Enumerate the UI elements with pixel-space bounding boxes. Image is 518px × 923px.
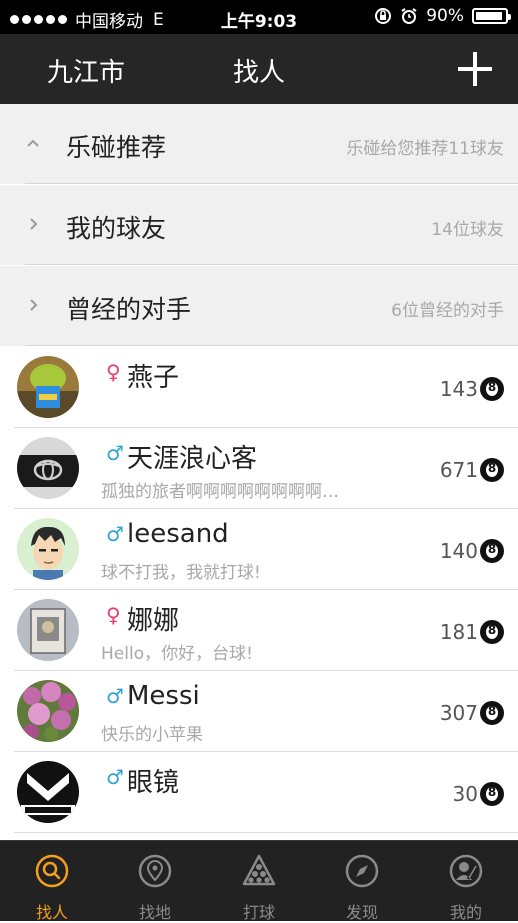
group-label: 曾经的对手 bbox=[66, 295, 192, 324]
chevron-right-icon bbox=[30, 299, 38, 311]
page-title: 找人 bbox=[232, 58, 285, 88]
group-summary: 6位曾经的对手 bbox=[391, 301, 504, 321]
friend-row[interactable]: ♀ 娜娜 Hello，你好，台球! 181 8 bbox=[0, 590, 518, 671]
score-value: 30 bbox=[452, 782, 478, 806]
gender-male-icon: ♂ bbox=[106, 684, 124, 708]
friend-name: Messi bbox=[127, 681, 200, 711]
avatar bbox=[17, 680, 79, 742]
gender-male-icon: ♂ bbox=[106, 441, 124, 465]
group-recommended[interactable]: 乐碰推荐 乐碰给您推荐11球友 bbox=[0, 104, 518, 184]
gender-male-icon: ♂ bbox=[106, 765, 124, 789]
friend-bio: 快乐的小苹果 bbox=[101, 725, 203, 745]
eight-ball-icon: 8 bbox=[480, 458, 504, 482]
friend-name: 眼镜 bbox=[127, 768, 180, 798]
friend-score: 143 8 bbox=[440, 377, 504, 401]
score-value: 671 bbox=[439, 458, 478, 482]
friend-bio: Hello，你好，台球! bbox=[101, 644, 253, 664]
group-label: 我的球友 bbox=[66, 214, 167, 243]
status-bar: 中国移动 E 上午9:03 90% bbox=[0, 0, 518, 34]
chevron-right-icon bbox=[30, 218, 38, 230]
friend-score: 671 8 bbox=[440, 458, 504, 482]
tab-label: 我的 bbox=[449, 903, 482, 922]
avatar bbox=[17, 356, 79, 418]
tab-label: 找人 bbox=[35, 903, 68, 922]
rotation-lock-icon bbox=[375, 8, 392, 24]
friend-row[interactable]: ♂ 天涯浪心客 孤独的旅者啊啊啊啊啊啊啊啊… 671 8 bbox=[0, 428, 518, 509]
nav-bar: 九江市 找人 bbox=[0, 34, 518, 104]
compass-icon bbox=[345, 854, 379, 888]
friend-name: leesand bbox=[127, 519, 229, 549]
tab-label: 找地 bbox=[138, 903, 171, 922]
tab-label: 打球 bbox=[242, 903, 275, 922]
friend-name: 燕子 bbox=[127, 363, 180, 393]
tab-find-people[interactable]: 找人 bbox=[0, 841, 104, 922]
tab-mine[interactable]: 我的 bbox=[414, 841, 518, 922]
eight-ball-icon: 8 bbox=[480, 782, 504, 806]
location-pin-icon bbox=[138, 854, 172, 888]
tab-play[interactable]: 打球 bbox=[207, 841, 311, 922]
friend-name: 娜娜 bbox=[127, 606, 180, 636]
eight-ball-icon: 8 bbox=[480, 620, 504, 644]
friend-score: 307 8 bbox=[440, 701, 504, 725]
friend-score: 30 8 bbox=[453, 782, 504, 806]
friend-score: 140 8 bbox=[440, 539, 504, 563]
gender-female-icon: ♀ bbox=[106, 360, 121, 384]
avatar bbox=[17, 761, 79, 823]
avatar bbox=[17, 437, 79, 499]
group-summary: 14位球友 bbox=[431, 220, 504, 240]
group-label: 乐碰推荐 bbox=[66, 133, 167, 162]
profile-icon bbox=[449, 854, 483, 888]
chevron-up-icon bbox=[27, 139, 39, 147]
tab-discover[interactable]: 发现 bbox=[310, 841, 414, 922]
score-value: 307 bbox=[439, 701, 478, 725]
friend-bio: 孤独的旅者啊啊啊啊啊啊啊啊… bbox=[101, 482, 339, 502]
billiard-rack-icon bbox=[242, 854, 276, 886]
battery-icon bbox=[472, 8, 511, 24]
friend-row[interactable]: ♂ Messi 快乐的小苹果 307 8 bbox=[0, 671, 518, 752]
battery-percent: 90% bbox=[426, 6, 464, 26]
search-icon bbox=[35, 854, 69, 888]
friend-name: 天涯浪心客 bbox=[127, 444, 258, 474]
add-icon[interactable] bbox=[458, 52, 492, 86]
tab-label: 发现 bbox=[345, 903, 378, 922]
friend-bio: 球不打我，我就打球! bbox=[101, 563, 261, 583]
gender-female-icon: ♀ bbox=[106, 603, 121, 627]
group-past-opponents[interactable]: 曾经的对手 6位曾经的对手 bbox=[0, 266, 518, 346]
score-value: 140 bbox=[439, 539, 478, 563]
eight-ball-icon: 8 bbox=[480, 377, 504, 401]
tab-find-place[interactable]: 找地 bbox=[103, 841, 207, 922]
alarm-icon bbox=[401, 8, 417, 24]
friend-row[interactable]: ♂ leesand 球不打我，我就打球! 140 8 bbox=[0, 509, 518, 590]
gender-male-icon: ♂ bbox=[106, 522, 124, 546]
avatar bbox=[17, 518, 79, 580]
friend-row[interactable]: ♂ 眼镜 30 8 bbox=[0, 752, 518, 833]
group-summary: 乐碰给您推荐11球友 bbox=[346, 139, 504, 159]
avatar bbox=[17, 599, 79, 661]
eight-ball-icon: 8 bbox=[480, 701, 504, 725]
eight-ball-icon: 8 bbox=[480, 539, 504, 563]
score-value: 181 bbox=[439, 620, 478, 644]
score-value: 143 bbox=[439, 377, 478, 401]
friend-row[interactable]: ♀ 燕子 143 8 bbox=[0, 347, 518, 428]
tab-bar: 找人 找地 打球 发现 我的 bbox=[0, 840, 518, 922]
group-my-friends[interactable]: 我的球友 14位球友 bbox=[0, 185, 518, 265]
friend-score: 181 8 bbox=[440, 620, 504, 644]
